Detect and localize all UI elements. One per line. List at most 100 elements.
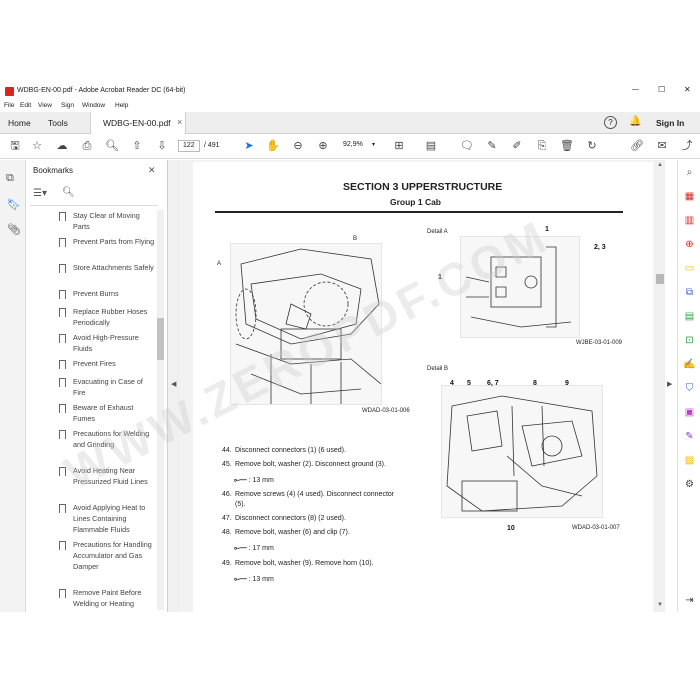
detail-b-callout-5: 5	[467, 380, 471, 387]
notification-bell-icon[interactable]: 🔔	[629, 116, 641, 127]
comment-tool-icon[interactable]: ▭	[683, 262, 696, 275]
upload-cloud-icon[interactable]: ☁	[55, 139, 69, 153]
menu-window[interactable]: Window	[82, 102, 105, 109]
scan-ocr-icon[interactable]: ⊡	[683, 334, 696, 347]
zoom-in-icon[interactable]: ⊕	[316, 139, 330, 153]
detail-b-callout-10: 10	[507, 525, 515, 532]
bookmark-label[interactable]: Prevent Parts from Flying	[73, 236, 157, 247]
rotate-icon[interactable]: ↻	[585, 139, 599, 153]
link-icon[interactable]: 🔗︎	[630, 139, 644, 153]
bookmark-star-icon[interactable]: ☆	[30, 139, 44, 153]
previous-page-icon[interactable]: ⇧	[130, 139, 144, 153]
zoom-box[interactable]: 92,9% ▾	[340, 140, 380, 152]
share-icon[interactable]: ⤴	[680, 139, 694, 153]
help-icon[interactable]: ?	[604, 116, 617, 129]
fill-sign-icon[interactable]: ⎘	[535, 139, 549, 153]
search-icon[interactable]: 🔍︎	[105, 139, 119, 153]
tab-close-icon[interactable]: ×	[177, 117, 182, 127]
email-icon[interactable]: ✉	[655, 139, 669, 153]
sign-in-button[interactable]: Sign In	[656, 118, 684, 128]
bookmarks-scroll-thumb[interactable]	[157, 318, 164, 360]
page-layout-icon[interactable]: ⊞	[392, 139, 406, 153]
bookmark-flag-icon	[59, 334, 66, 343]
bookmark-label[interactable]: Replace Rubber Hoses Periodically	[73, 306, 157, 328]
step-text: Remove screws (4) (4 used). Disconnect c…	[235, 491, 395, 498]
comment-icon[interactable]: 🗨	[460, 139, 474, 153]
export-pdf-icon[interactable]: ▦	[683, 190, 696, 203]
menu-view[interactable]: View	[38, 102, 52, 109]
bookmark-label[interactable]: Avoid Applying Heat to Lines Containing …	[73, 502, 157, 535]
bookmark-flag-icon	[59, 290, 66, 299]
page-number-box[interactable]: 122	[178, 140, 200, 152]
bookmark-label[interactable]: Avoid Heating Near Pressurized Fluid Lin…	[73, 465, 157, 487]
collapse-arrow-icon[interactable]: ◀	[171, 380, 176, 388]
left-nav-strip: ⧉ 🔖︎ 📎︎	[0, 160, 26, 612]
bookmark-label[interactable]: Precautions for Handling Accumulator and…	[73, 539, 157, 572]
bookmark-flag-icon	[59, 212, 66, 221]
bookmarks-title: Bookmarks	[33, 166, 74, 175]
menu-file[interactable]: File	[4, 102, 14, 109]
expand-pane-icon[interactable]: ⇥	[683, 594, 696, 607]
bookmark-flag-icon	[59, 264, 66, 273]
bookmark-label[interactable]: Beware of Exhaust Fumes	[73, 402, 157, 424]
bookmarks-close-icon[interactable]: ✕	[148, 165, 156, 176]
bookmark-label[interactable]: Evacuating in Case of Fire	[73, 376, 157, 398]
close-window-button[interactable]: ✕	[684, 85, 691, 94]
panel-collapse-handle[interactable]: ◀	[168, 160, 180, 612]
scroll-mode-icon[interactable]: ▤	[424, 139, 438, 153]
attachments-icon[interactable]: 📎︎	[7, 223, 21, 236]
scroll-down-icon[interactable]: ▼	[657, 602, 663, 608]
bookmark-label[interactable]: Remove Paint Before Welding or Heating	[73, 587, 157, 609]
delete-icon[interactable]: 🗑	[560, 139, 574, 153]
send-for-review-icon[interactable]: ▨	[683, 454, 696, 467]
menu-sign[interactable]: Sign	[61, 102, 74, 109]
bookmark-label[interactable]: Avoid High-Pressure Fluids	[73, 332, 157, 354]
step-number: 45.	[222, 461, 232, 468]
bookmark-label[interactable]: Prevent Fires	[73, 358, 157, 369]
print-icon[interactable]: ⎙	[80, 139, 94, 153]
step-48: 48. Remove bolt, washer (6) and clip (7).	[222, 529, 350, 536]
more-tools-icon[interactable]: ⚙	[683, 478, 696, 491]
select-cursor-icon[interactable]: ➤	[242, 139, 256, 153]
draw-icon[interactable]: ✐	[510, 139, 524, 153]
scroll-up-icon[interactable]: ▲	[657, 162, 663, 168]
save-icon[interactable]: 🖫	[8, 139, 22, 153]
scroll-thumb[interactable]	[656, 274, 664, 284]
create-pdf-icon[interactable]: ▥	[683, 214, 696, 227]
minimize-button[interactable]: —	[632, 86, 639, 93]
tab-document[interactable]: WDBG-EN-00.pdf ×	[90, 112, 186, 134]
request-signature-icon[interactable]: ✎	[683, 430, 696, 443]
combine-files-icon[interactable]: ⧉	[683, 286, 696, 299]
organize-pages-icon[interactable]: ▤	[683, 310, 696, 323]
protect-icon[interactable]: ⛉	[683, 382, 696, 395]
zoom-out-icon[interactable]: ⊖	[291, 139, 305, 153]
search-zoom-icon[interactable]: ⌕	[683, 166, 696, 179]
redact-icon[interactable]: ▣	[683, 406, 696, 419]
bookmark-search-icon[interactable]: 🔍︎	[62, 187, 75, 198]
page-number-input[interactable]: 122	[183, 142, 195, 149]
bookmark-label[interactable]: Prevent Burns	[73, 288, 157, 299]
maximize-button[interactable]: ☐	[658, 85, 665, 94]
zoom-value[interactable]: 92,9%	[343, 141, 363, 148]
detail-a-callout-1b: 1	[438, 274, 442, 281]
zoom-dropdown-icon[interactable]: ▾	[372, 141, 375, 148]
hand-tool-icon[interactable]: ✋	[266, 139, 280, 153]
bookmark-options-icon[interactable]: ☰▾	[33, 188, 47, 199]
next-page-icon[interactable]: ⇩	[155, 139, 169, 153]
bookmarks-scrollbar[interactable]	[157, 210, 164, 610]
tab-home[interactable]: Home	[8, 118, 31, 128]
tab-tools[interactable]: Tools	[48, 118, 68, 128]
fill-sign-tool-icon[interactable]: ✍	[683, 358, 696, 371]
bookmark-label[interactable]: Store Attachments Safely	[73, 262, 157, 273]
step-text: Disconnect connectors (1) (6 used).	[235, 447, 346, 454]
bookmark-label[interactable]: Precautions for Welding and Grinding	[73, 428, 157, 450]
right-panel-toggle-icon[interactable]: ▶	[667, 380, 672, 388]
bookmarks-panel-icon[interactable]: 🔖︎	[7, 198, 21, 211]
bookmark-label[interactable]: Stay Clear of Moving Parts	[73, 210, 157, 232]
document-scrollbar[interactable]: ▲ ▼	[655, 160, 665, 612]
edit-pdf-icon[interactable]: ⊕	[683, 238, 696, 251]
highlight-pen-icon[interactable]: ✎	[485, 139, 499, 153]
menu-edit[interactable]: Edit	[20, 102, 31, 109]
page-thumbnails-icon[interactable]: ⧉	[6, 172, 14, 185]
menu-help[interactable]: Help	[115, 102, 128, 109]
